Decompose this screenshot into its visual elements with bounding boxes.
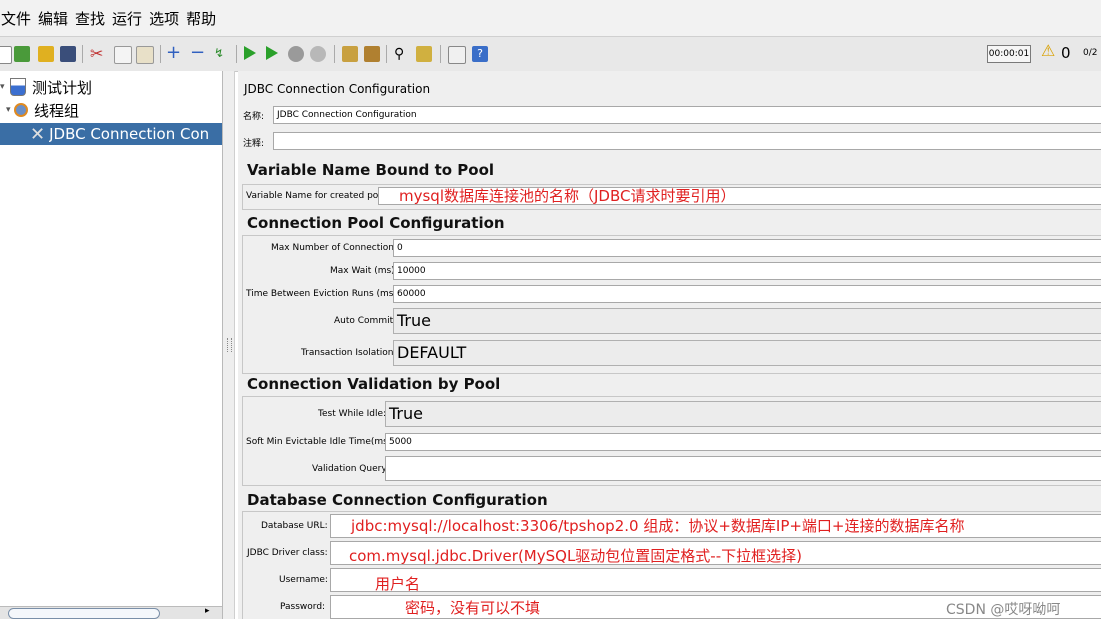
menu-edit[interactable]: 编辑 (38, 8, 68, 29)
username-annotation: 用户名 (375, 575, 421, 593)
cut-icon[interactable]: ✂ (90, 46, 106, 62)
help-icon[interactable]: ? (472, 46, 488, 62)
driver-class-label: JDBC Driver class: (247, 548, 328, 558)
validation-query-label: Validation Query: (312, 464, 390, 474)
scroll-right-icon[interactable]: ▸ (205, 606, 210, 616)
database-url-annotation: jdbc:mysql://localhost:3306/tpshop2.0 组成… (351, 517, 965, 535)
warning-count: 0 (1061, 44, 1071, 62)
expand-toggle-icon[interactable]: ▾ (0, 82, 8, 92)
collapse-icon[interactable]: − (190, 44, 206, 62)
max-connections-field[interactable]: 0 (393, 239, 1101, 257)
tree-item-jdbc-config[interactable]: ✕ JDBC Connection Con (0, 123, 222, 145)
start-no-pause-icon[interactable] (266, 46, 278, 60)
save-icon[interactable] (60, 46, 76, 62)
tree-horizontal-scrollbar[interactable]: ▸ (0, 606, 222, 620)
function-helper-icon[interactable] (448, 46, 466, 64)
tree-item-thread-group[interactable]: ▾ 线程组 (6, 99, 79, 121)
tree-item-test-plan[interactable]: ▾ 测试计划 (0, 76, 92, 98)
auto-commit-dropdown[interactable]: True (393, 308, 1101, 334)
bottom-edge (0, 619, 1101, 628)
variable-name-annotation: mysql数据库连接池的名称（JDBC请求时要引用） (399, 187, 736, 205)
flask-icon (10, 78, 26, 96)
clear-all-icon[interactable] (364, 46, 380, 62)
password-label: Password: (280, 602, 326, 612)
warning-icon[interactable]: ⚠ (1041, 41, 1055, 60)
max-connections-label: Max Number of Connections: (271, 243, 402, 253)
soft-min-idle-field[interactable]: 5000 (385, 433, 1101, 451)
copy-icon[interactable] (114, 46, 132, 64)
shutdown-icon[interactable] (310, 46, 326, 62)
expand-icon[interactable]: + (166, 44, 182, 62)
splitter-grip-icon[interactable] (227, 338, 232, 352)
reset-search-icon[interactable] (416, 46, 432, 62)
eviction-runs-label: Time Between Eviction Runs (ms): (246, 289, 401, 299)
start-icon[interactable] (244, 46, 256, 60)
watermark: CSDN @哎呀呦呵 (946, 602, 1061, 618)
thread-count: 0/2 (1083, 48, 1098, 58)
name-field[interactable]: JDBC Connection Configuration (273, 106, 1101, 124)
section-pool-config: Connection Pool Configuration (247, 214, 505, 232)
driver-class-annotation: com.mysql.jdbc.Driver(MySQL驱动包位置固定格式--下拉… (349, 547, 802, 565)
menu-bar: 文件 编辑 查找 运行 选项 帮助 (0, 0, 1101, 36)
elapsed-timer: 00:00:01 (987, 45, 1031, 63)
scrollbar-thumb[interactable] (8, 608, 160, 619)
soft-min-idle-label: Soft Min Evictable Idle Time(ms): (246, 437, 395, 447)
expand-toggle-icon[interactable]: ▾ (6, 105, 14, 115)
tree-item-label: JDBC Connection Con (49, 125, 210, 143)
menu-help[interactable]: 帮助 (186, 8, 216, 29)
username-field[interactable] (330, 568, 1101, 592)
section-variable-name: Variable Name Bound to Pool (247, 161, 495, 179)
max-wait-field[interactable]: 10000 (393, 262, 1101, 280)
password-annotation: 密码，没有可以不填 (405, 599, 541, 617)
wrench-icon: ✕ (30, 123, 46, 145)
transaction-isolation-dropdown[interactable]: DEFAULT (393, 340, 1101, 366)
open-icon[interactable] (38, 46, 54, 62)
tree-item-label: 线程组 (34, 101, 80, 120)
variable-name-label: Variable Name for created pool: (246, 191, 390, 201)
toggle-icon[interactable]: ↯ (214, 46, 230, 62)
comment-label: 注释: (243, 139, 265, 149)
config-panel: JDBC Connection Configuration 名称: JDBC C… (238, 71, 1101, 621)
menu-options[interactable]: 选项 (149, 8, 179, 29)
section-database-connection: Database Connection Configuration (247, 491, 548, 509)
username-label: Username: (279, 575, 328, 585)
comment-field[interactable] (273, 132, 1101, 150)
test-plan-tree: ▾ 测试计划 ▾ 线程组 ✕ JDBC Connection Con ▸ (0, 71, 223, 620)
new-icon[interactable] (0, 46, 12, 64)
test-while-idle-dropdown[interactable]: True (385, 401, 1101, 427)
name-label: 名称: (243, 112, 265, 122)
max-wait-label: Max Wait (ms): (330, 266, 398, 276)
tree-item-label: 测试计划 (32, 78, 93, 97)
validation-query-field[interactable] (385, 456, 1101, 481)
clear-icon[interactable] (342, 46, 358, 62)
menu-file[interactable]: 文件 (1, 8, 31, 29)
menu-search[interactable]: 查找 (75, 8, 105, 29)
stop-icon[interactable] (288, 46, 304, 62)
transaction-isolation-label: Transaction Isolation: (301, 348, 397, 358)
panel-title: JDBC Connection Configuration (244, 82, 431, 96)
templates-icon[interactable] (14, 46, 30, 62)
gear-icon (14, 103, 28, 117)
auto-commit-label: Auto Commit: (334, 316, 397, 326)
section-validation: Connection Validation by Pool (247, 375, 501, 393)
test-while-idle-label: Test While Idle: (318, 409, 387, 419)
eviction-runs-field[interactable]: 60000 (393, 285, 1101, 303)
paste-icon[interactable] (136, 46, 154, 64)
toolbar: ✂ + − ↯ ⚲ ? 00:00:01 ⚠ 0 0/2 (0, 36, 1101, 72)
database-url-label: Database URL: (261, 521, 328, 531)
search-icon[interactable]: ⚲ (394, 46, 410, 62)
menu-run[interactable]: 运行 (112, 8, 142, 29)
